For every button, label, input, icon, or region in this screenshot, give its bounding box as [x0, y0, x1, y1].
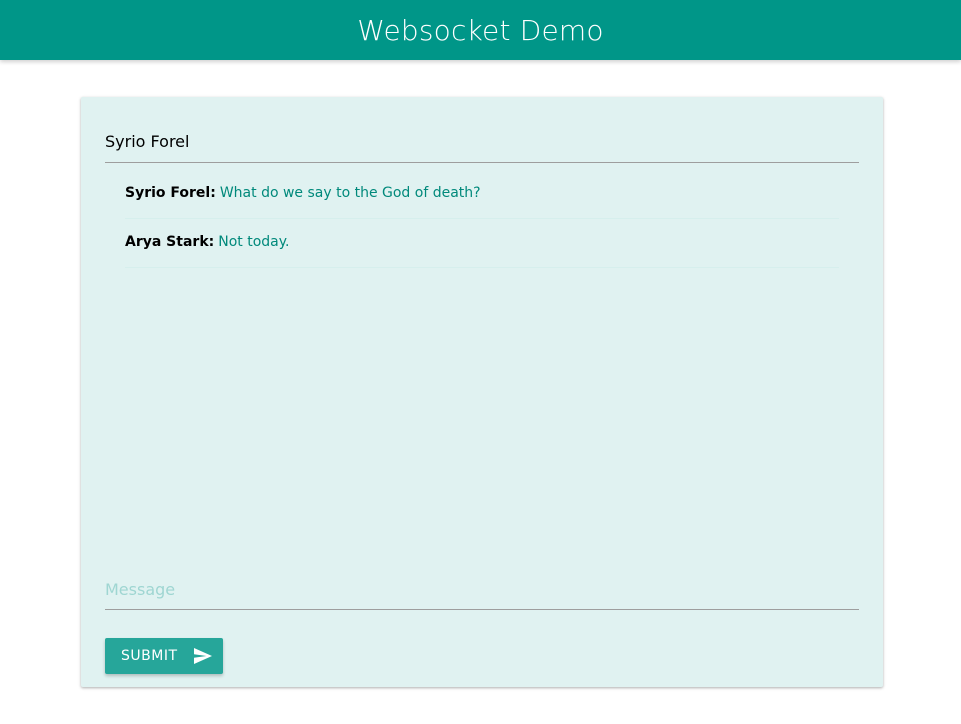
- app-header: Websocket Demo: [0, 0, 961, 60]
- list-item: Arya Stark: Not today.: [125, 219, 839, 268]
- send-icon: [193, 648, 212, 664]
- name-field[interactable]: Syrio Forel: [105, 125, 859, 163]
- page-title: Websocket Demo: [357, 13, 604, 47]
- message-text: Not today.: [218, 234, 290, 250]
- message-author: Syrio Forel:: [125, 185, 216, 201]
- message-list: Syrio Forel: What do we say to the God o…: [125, 170, 839, 268]
- message-author: Arya Stark:: [125, 234, 215, 250]
- message-text: What do we say to the God of death?: [219, 185, 481, 201]
- submit-button[interactable]: SUBMIT: [105, 638, 223, 674]
- message-field[interactable]: [105, 571, 859, 610]
- chat-card: Syrio Forel Syrio Forel: What do we say …: [81, 97, 883, 687]
- submit-label: SUBMIT: [121, 648, 178, 664]
- name-value[interactable]: Syrio Forel: [105, 132, 189, 151]
- message-input[interactable]: [105, 571, 859, 607]
- list-item: Syrio Forel: What do we say to the God o…: [125, 170, 839, 219]
